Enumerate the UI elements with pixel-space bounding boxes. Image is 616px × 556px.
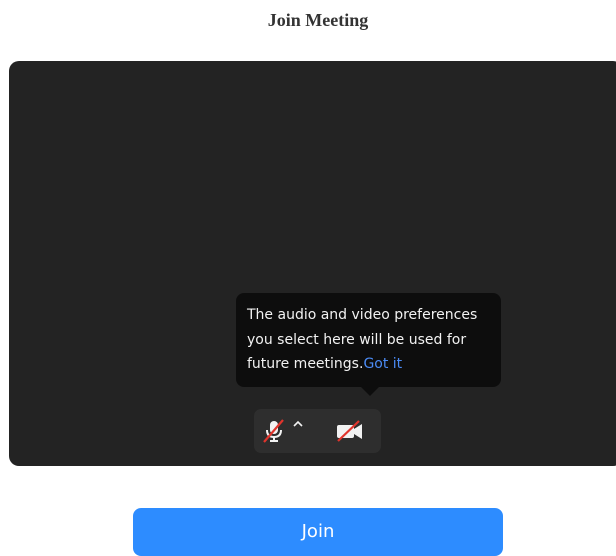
join-button[interactable]: Join	[133, 508, 503, 556]
video-toggle-button[interactable]	[334, 417, 366, 445]
tooltip-line-2: you select here will be used for	[247, 331, 467, 348]
preferences-tooltip: The audio and video preferences you sele…	[236, 293, 501, 387]
page-title: Join Meeting	[267, 10, 369, 30]
video-preview	[9, 61, 616, 466]
preview-control-bar	[254, 409, 381, 453]
microphone-toggle-button[interactable]	[259, 416, 289, 446]
tooltip-arrow	[360, 386, 380, 396]
tooltip-line-1: The audio and video preferences	[247, 307, 478, 323]
got-it-link[interactable]: Got it	[363, 356, 402, 372]
audio-options-button[interactable]	[291, 417, 305, 433]
microphone-muted-icon	[263, 419, 284, 443]
tooltip-line-3-text: future meetings.	[247, 356, 364, 372]
tooltip-line-3: future meetings.Got it	[247, 352, 491, 377]
video-camera-off-icon	[337, 420, 362, 442]
caret-up-icon	[293, 420, 303, 427]
